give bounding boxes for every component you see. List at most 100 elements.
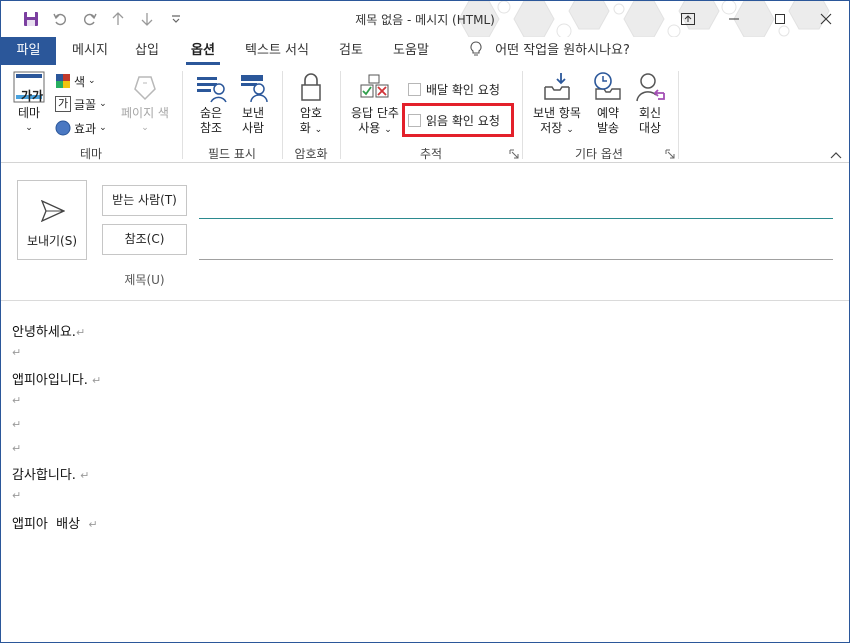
- body-line: 안녕하세요.↵: [12, 325, 86, 340]
- voting-label-2: 사용 ⌄: [358, 121, 392, 135]
- font-label: 글꼴: [74, 97, 97, 112]
- title-bar: 제목 없음 - 메시지 (HTML): [1, 1, 849, 37]
- tab-help[interactable]: 도움말: [383, 37, 439, 65]
- cc-button[interactable]: 참조(C): [102, 224, 187, 255]
- paint-bucket-icon: [129, 71, 161, 103]
- send-button[interactable]: 보내기(S): [17, 180, 87, 260]
- tab-options-label: 옵션: [191, 43, 215, 58]
- tab-format-text[interactable]: 텍스트 서식: [235, 37, 319, 65]
- group-label-theme: 테마: [79, 147, 103, 161]
- reply-to-label-1: 회신: [638, 106, 662, 120]
- delivery-receipt-checkbox[interactable]: 배달 확인 요청: [408, 79, 500, 99]
- effects-icon: [55, 120, 71, 136]
- delay-delivery-icon: [592, 71, 624, 103]
- dialog-launcher-icon[interactable]: [665, 149, 675, 159]
- body-line: 앱피아 배상 ↵: [12, 517, 98, 532]
- save-sent-label-2: 저장 ⌄: [540, 121, 574, 135]
- group-label-fields: 필드 표시: [208, 147, 256, 161]
- effects-button[interactable]: 효과 ⌄: [55, 118, 107, 138]
- paragraph-mark-icon: ↵: [80, 469, 90, 482]
- chevron-down-icon: ⌄: [25, 123, 33, 133]
- outlook-message-window: 제목 없음 - 메시지 (HTML) 파일 메시지 삽입 옵션 텍스트 서식 검…: [0, 0, 850, 643]
- direct-replies-button[interactable]: 회신 대상: [630, 71, 670, 136]
- paragraph-mark-icon: ↵: [75, 326, 86, 339]
- body-line: 앱피아입니다. ↵: [12, 373, 102, 388]
- font-icon: 가: [55, 96, 71, 112]
- save-sent-label-1: 보낸 항목: [533, 106, 581, 120]
- message-body[interactable]: 안녕하세요.↵ ↵ 앱피아입니다. ↵ ↵ ↵ ↵ 감사합니다. ↵ ↵ 앱피아…: [1, 302, 849, 642]
- color-palette-icon: [56, 74, 70, 88]
- bcc-button[interactable]: 숨은 참조: [191, 71, 231, 136]
- from-button[interactable]: 보낸 사람: [233, 71, 273, 136]
- to-field[interactable]: [199, 218, 833, 219]
- save-sent-icon: [541, 71, 573, 103]
- font-button[interactable]: 가 글꼴 ⌄: [55, 94, 107, 114]
- paragraph-mark-icon: ↵: [12, 394, 22, 407]
- chevron-down-icon: ⌄: [99, 123, 107, 133]
- to-button[interactable]: 받는 사람(T): [102, 185, 187, 216]
- paragraph-mark-icon: ↵: [12, 442, 22, 455]
- delay-delivery-button[interactable]: 예약 발송: [588, 71, 628, 136]
- paragraph-mark-icon: ↵: [92, 374, 102, 387]
- effects-label: 효과: [74, 121, 97, 136]
- chevron-down-icon: ⌄: [384, 125, 392, 135]
- page-color-label: 페이지 색: [121, 106, 169, 120]
- dialog-launcher-icon[interactable]: [509, 149, 519, 159]
- voting-buttons[interactable]: 응답 단추 사용 ⌄: [346, 71, 404, 138]
- body-line: ↵: [12, 393, 21, 408]
- tab-insert[interactable]: 삽입: [127, 37, 167, 65]
- delay-label-1: 예약: [596, 106, 620, 120]
- ribbon-tabs: 파일 메시지 삽입 옵션 텍스트 서식 검토 도움말 어떤 작업을 원하시나요?: [1, 37, 849, 65]
- from-icon: [237, 71, 269, 103]
- checkbox-icon[interactable]: [408, 82, 421, 96]
- tab-options[interactable]: 옵션: [181, 37, 225, 65]
- page-color-button[interactable]: 페이지 색 ⌄: [115, 71, 175, 136]
- lock-icon: [295, 71, 327, 103]
- subject-label: 제목(U): [124, 273, 165, 287]
- tell-me-box[interactable]: 어떤 작업을 원하시나요?: [469, 37, 659, 65]
- encrypt-button[interactable]: 암호 화 ⌄: [291, 71, 331, 138]
- group-label-more-options: 기타 옵션: [575, 147, 623, 161]
- color-button[interactable]: 색 ⌄: [55, 71, 96, 91]
- group-label-tracking: 추적: [419, 147, 443, 161]
- ribbon-display-button[interactable]: [665, 1, 711, 37]
- voting-icon: [359, 71, 391, 103]
- theme-icon: 가가: [13, 71, 45, 103]
- ribbon: 가가 테마 ⌄ 색 ⌄ 가 글꼴 ⌄ 효과 ⌄ 페이지 색 ⌄ 테마 숨은 참조…: [1, 65, 849, 163]
- theme-button[interactable]: 가가 테마 ⌄: [9, 71, 49, 136]
- chevron-down-icon: ⌄: [88, 76, 96, 86]
- chevron-down-icon: ⌄: [566, 125, 574, 135]
- tab-message[interactable]: 메시지: [64, 37, 116, 65]
- paragraph-mark-icon: ↵: [12, 346, 22, 359]
- from-label-2: 사람: [241, 121, 265, 135]
- paragraph-mark-icon: ↵: [88, 518, 98, 531]
- minimize-button[interactable]: [711, 1, 757, 37]
- body-line: ↵: [12, 488, 21, 503]
- encrypt-label-2: 화 ⌄: [299, 121, 323, 135]
- color-label: 색: [74, 74, 86, 89]
- chevron-down-icon: ⌄: [141, 123, 149, 133]
- bcc-icon: [195, 71, 227, 103]
- close-button[interactable]: [803, 1, 849, 37]
- send-icon: [41, 200, 65, 222]
- reply-to-icon: [634, 71, 666, 103]
- bcc-label-2: 참조: [199, 121, 223, 135]
- tab-file[interactable]: 파일: [1, 37, 56, 65]
- body-line: ↵: [12, 417, 21, 432]
- tab-review[interactable]: 검토: [329, 37, 373, 65]
- from-label-1: 보낸: [241, 106, 265, 120]
- save-sent-item-button[interactable]: 보낸 항목 저장 ⌄: [528, 71, 586, 138]
- delay-label-2: 발송: [596, 121, 620, 135]
- paragraph-mark-icon: ↵: [12, 418, 22, 431]
- voting-label-1: 응답 단추: [351, 106, 399, 120]
- tell-me-text: 어떤 작업을 원하시나요?: [495, 43, 630, 58]
- cc-field[interactable]: [199, 259, 833, 260]
- encrypt-label-1: 암호: [299, 106, 323, 120]
- bcc-label-1: 숨은: [199, 106, 223, 120]
- maximize-button[interactable]: [757, 1, 803, 37]
- body-line: ↵: [12, 441, 21, 456]
- group-divider: [678, 71, 679, 159]
- collapse-ribbon-icon[interactable]: [830, 151, 842, 159]
- body-line: 감사합니다. ↵: [12, 468, 90, 483]
- chevron-down-icon: ⌄: [314, 125, 323, 135]
